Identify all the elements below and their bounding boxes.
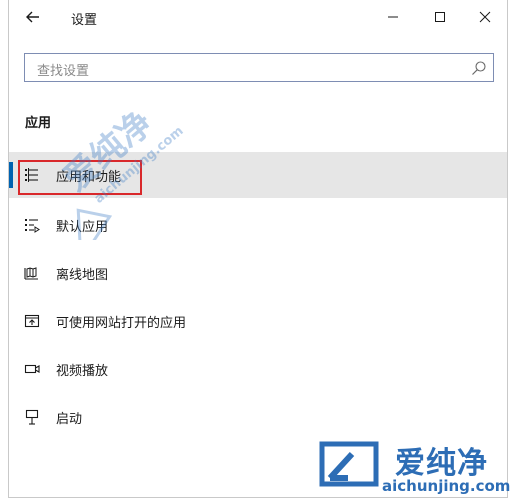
maximize-icon xyxy=(435,12,445,22)
search-placeholder: 查找设置 xyxy=(37,64,90,79)
nav-item-apps-for-websites[interactable]: 可使用网站打开的应用 xyxy=(9,298,507,344)
minimize-icon xyxy=(388,16,398,18)
selected-indicator xyxy=(9,162,13,188)
video-playback-icon xyxy=(24,364,40,374)
default-apps-icon xyxy=(25,219,40,233)
window-title: 设置 xyxy=(71,13,98,28)
apps-features-icon xyxy=(25,168,38,182)
search-input[interactable]: 查找设置 xyxy=(24,53,494,82)
close-icon xyxy=(479,11,491,23)
minimize-button[interactable] xyxy=(371,2,415,32)
nav-item-video-playback[interactable]: 视频播放 xyxy=(9,346,507,392)
settings-window: 设置 查找设置 应用 应用和功能 默认应用 离线地图 可使用网站打开的应用 视频… xyxy=(8,0,508,498)
nav-item-offline-maps[interactable]: 离线地图 xyxy=(9,250,507,296)
nav-item-label: 启动 xyxy=(56,412,83,427)
back-arrow-icon xyxy=(26,11,39,23)
nav-item-label: 可使用网站打开的应用 xyxy=(56,316,187,331)
back-button[interactable] xyxy=(19,4,47,30)
nav-item-label: 默认应用 xyxy=(56,220,109,235)
close-button[interactable] xyxy=(463,2,507,32)
search-icon xyxy=(472,61,486,75)
startup-icon xyxy=(25,409,39,425)
apps-for-websites-icon xyxy=(24,314,40,328)
nav-item-label: 应用和功能 xyxy=(56,170,122,185)
section-heading: 应用 xyxy=(25,116,52,131)
nav-item-default-apps[interactable]: 默认应用 xyxy=(9,202,507,248)
title-bar: 设置 xyxy=(9,0,507,36)
nav-item-startup[interactable]: 启动 xyxy=(9,394,507,440)
nav-item-label: 离线地图 xyxy=(56,268,109,283)
nav-item-apps-features[interactable]: 应用和功能 xyxy=(9,152,507,198)
nav-item-label: 视频播放 xyxy=(56,364,109,379)
maximize-button[interactable] xyxy=(418,2,462,32)
offline-maps-icon xyxy=(24,267,38,280)
